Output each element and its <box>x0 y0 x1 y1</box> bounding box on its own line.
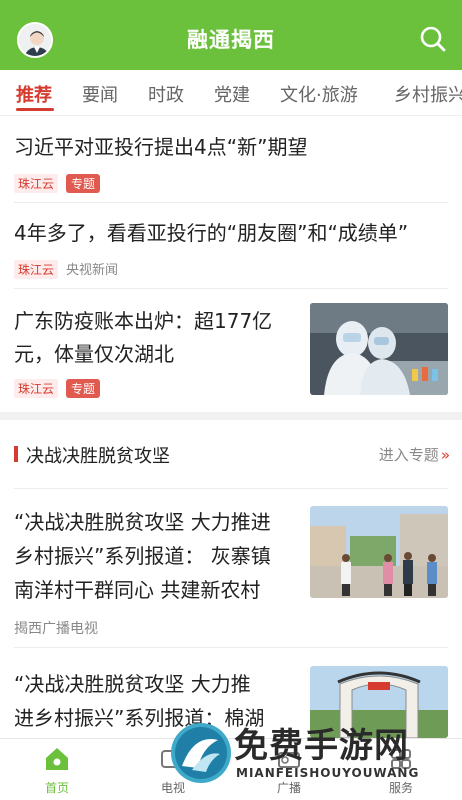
tab-culture-travel[interactable]: 文化·旅游 <box>280 81 358 107</box>
news-title-line: 广东防疫账本出炉：超177亿 <box>14 309 273 333</box>
divider <box>14 488 448 489</box>
section-accent-bar <box>14 446 18 462</box>
enter-topic-link[interactable]: 进入专题» <box>379 444 450 465</box>
news-title-line: “决战决胜脱贫攻坚 大力推 <box>14 672 251 696</box>
watermark-logo-icon <box>171 723 231 783</box>
home-icon <box>46 748 68 770</box>
topic-badge: 专题 <box>66 174 101 193</box>
news-item[interactable]: “决战决胜脱贫攻坚 大力推进 乡村振兴”系列报道： 灰寨镇 南洋村干群同心 共建… <box>0 488 462 648</box>
news-source: 揭西广播电视 <box>14 621 98 637</box>
category-tabs: 推荐 要闻 时政 党建 文化·旅游 乡村振兴 <box>0 70 462 116</box>
site-watermark: 免费手游网 MIANFEISHOUYOUWANG <box>168 712 462 800</box>
lab-workers-image <box>310 303 448 395</box>
watermark-subtext: MIANFEISHOUYOUWANG <box>236 766 420 780</box>
news-meta: 珠江云 专题 <box>14 174 101 193</box>
tab-rural-revival[interactable]: 乡村振兴 <box>394 81 462 107</box>
topic-badge: 专题 <box>66 379 101 398</box>
search-icon <box>420 26 446 52</box>
section-separator <box>0 412 462 420</box>
double-chevron-icon: » <box>440 446 450 464</box>
news-item[interactable]: 广东防疫账本出炉：超177亿 元，体量仅次湖北 珠江云 专题 <box>0 289 462 407</box>
village-visit-image <box>310 506 448 598</box>
news-meta: 珠江云 专题 <box>14 379 101 398</box>
topic-section-header: 决战决胜脱贫攻坚 进入专题» <box>0 430 462 476</box>
news-item[interactable]: 4年多了，看看亚投行的“朋友圈”和“成绩单” 珠江云 央视新闻 <box>0 203 462 289</box>
news-title-line: 乡村振兴”系列报道： 灰寨镇 <box>14 544 271 568</box>
tab-politics[interactable]: 时政 <box>148 81 184 107</box>
enter-topic-label: 进入专题 <box>378 446 439 464</box>
news-source: 央视新闻 <box>66 263 119 278</box>
news-title-line: 元，体量仅次湖北 <box>14 342 174 366</box>
news-title-line: “决战决胜脱贫攻坚 大力推进 <box>14 510 271 534</box>
app-title: 融通揭西 <box>187 28 275 52</box>
news-thumbnail <box>310 506 448 598</box>
source-tag: 珠江云 <box>14 260 59 279</box>
nav-home[interactable]: 首页 <box>12 745 102 796</box>
news-title: 4年多了，看看亚投行的“朋友圈”和“成绩单” <box>14 221 409 245</box>
nav-label: 首页 <box>44 781 69 795</box>
section-title: 决战决胜脱贫攻坚 <box>26 446 170 467</box>
tab-party[interactable]: 党建 <box>214 81 250 107</box>
search-button[interactable] <box>418 24 448 54</box>
app-header: 融通揭西 <box>0 0 462 70</box>
source-tag: 珠江云 <box>14 174 59 193</box>
news-title: 习近平对亚投行提出4点“新”期望 <box>14 135 308 159</box>
news-meta: 珠江云 央视新闻 <box>14 259 118 279</box>
news-thumbnail <box>310 303 448 395</box>
news-title-line: 南洋村干群同心 共建新农村 <box>14 578 261 602</box>
active-tab-indicator <box>16 108 54 111</box>
source-tag: 珠江云 <box>14 379 59 398</box>
news-item[interactable]: 习近平对亚投行提出4点“新”期望 珠江云 专题 <box>0 117 462 203</box>
tab-recommend[interactable]: 推荐 <box>16 81 52 107</box>
watermark-text: 免费手游网 <box>234 726 409 766</box>
tab-headlines[interactable]: 要闻 <box>82 81 118 107</box>
